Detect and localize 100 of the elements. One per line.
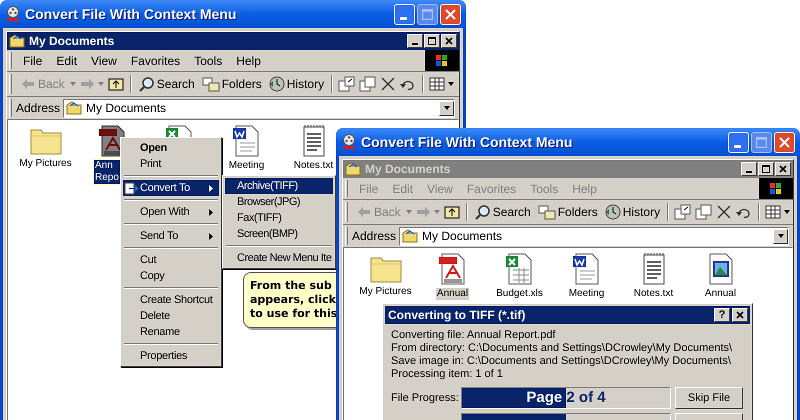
windows-flag-icon xyxy=(436,55,448,66)
menu-item[interactable]: Properties xyxy=(123,348,219,364)
dropdown-caret-icon xyxy=(70,82,76,86)
menu-item[interactable]: Copy xyxy=(123,268,219,284)
close-icon xyxy=(779,136,790,148)
film-reel-icon xyxy=(342,134,356,150)
folders-button[interactable]: Folders xyxy=(536,203,600,221)
up-folder-icon xyxy=(106,76,125,92)
file-name: Notes.txt xyxy=(632,288,674,300)
menu-item[interactable]: Print xyxy=(123,156,219,172)
film-reel-icon xyxy=(6,6,20,22)
up-folder-icon xyxy=(442,204,461,220)
close-icon xyxy=(736,311,744,319)
menu-item[interactable]: Open With xyxy=(123,204,219,220)
menu-item[interactable]: Create New Menu Ite xyxy=(225,250,333,266)
history-button[interactable]: History xyxy=(266,75,326,93)
menu-item[interactable]: Archive(TIFF) xyxy=(225,178,333,194)
folders-icon xyxy=(202,76,220,92)
minimize-button[interactable] xyxy=(741,162,757,176)
delete-icon xyxy=(716,204,732,220)
close-icon xyxy=(779,165,787,173)
search-icon xyxy=(138,76,155,92)
menu-item[interactable]: Open xyxy=(123,140,219,156)
dropdown-caret-icon xyxy=(444,106,450,110)
move-to-icon xyxy=(674,204,692,220)
delete-icon xyxy=(380,76,396,92)
address-field[interactable]: My Documents xyxy=(63,98,455,118)
dropdown-caret-icon xyxy=(406,210,412,214)
menu-item[interactable]: Create Shortcut xyxy=(123,292,219,308)
address-label: Address xyxy=(352,228,396,245)
clock-icon xyxy=(604,204,621,220)
copy-to-icon xyxy=(359,76,378,92)
maximize-icon xyxy=(756,136,767,148)
dropdown-caret-icon xyxy=(778,234,784,238)
forward-arrow-icon xyxy=(78,76,95,92)
progress-label: File Progress: xyxy=(391,390,460,406)
close-button[interactable] xyxy=(775,162,791,176)
dropdown-caret-icon xyxy=(434,210,440,214)
clock-icon xyxy=(268,76,285,92)
menu-item[interactable]: Tools xyxy=(187,52,230,70)
menu-item[interactable]: Send To xyxy=(123,228,219,244)
file-name: Meeting xyxy=(228,160,266,172)
window-title: Convert File With Context Menu xyxy=(25,4,236,24)
menu-item[interactable]: Favorites xyxy=(124,52,188,70)
address-field[interactable]: My Documents xyxy=(399,226,789,246)
minimize-icon xyxy=(734,144,741,148)
file-name: Ann Repo xyxy=(94,160,120,184)
dropdown-caret-icon xyxy=(784,210,790,214)
dropdown-button[interactable] xyxy=(773,228,788,244)
status-text: Save image in: C:\Documents and Settings\DCrowley\My Documents\ xyxy=(391,355,732,368)
folders-icon xyxy=(538,204,556,220)
menu-item[interactable]: Edit xyxy=(49,52,84,70)
submenu-arrow-icon xyxy=(209,208,213,216)
window-title: Convert File With Context Menu xyxy=(361,132,572,152)
folder-icon xyxy=(345,162,361,176)
help-button[interactable]: ? xyxy=(714,308,730,322)
copy-to-icon xyxy=(695,204,714,220)
history-button[interactable]: History xyxy=(602,203,662,221)
maximize-icon xyxy=(762,165,770,173)
menu-item[interactable]: Rename xyxy=(123,324,219,340)
forward-arrow-icon xyxy=(414,204,431,220)
dropdown-button[interactable] xyxy=(439,100,454,116)
submenu-arrow-icon xyxy=(209,232,213,240)
close-icon xyxy=(445,8,456,20)
close-button[interactable] xyxy=(732,308,748,322)
menu-item[interactable]: File xyxy=(16,52,50,70)
file-name: Meeting xyxy=(568,288,606,300)
search-button[interactable]: Search xyxy=(136,75,197,93)
file-name: Budget.xls xyxy=(495,288,544,300)
menu-item[interactable]: Fax(TIFF) xyxy=(225,210,333,226)
submenu-arrow-icon xyxy=(209,184,213,192)
folder-icon xyxy=(66,101,82,115)
menu-item[interactable]: Browser(JPG) xyxy=(225,194,333,210)
menu-item[interactable]: Cut xyxy=(123,252,219,268)
windows-flag-icon xyxy=(770,183,782,194)
search-icon xyxy=(474,204,491,220)
menu-item[interactable]: Delete xyxy=(123,308,219,324)
close-button[interactable] xyxy=(441,34,457,48)
search-button[interactable]: Search xyxy=(472,203,533,221)
menu-item[interactable]: Screen(BMP) xyxy=(225,226,333,242)
minimize-button[interactable] xyxy=(407,34,423,48)
dropdown-caret-icon xyxy=(98,82,104,86)
views-icon xyxy=(765,204,782,220)
file-name: My Pictures xyxy=(358,286,413,298)
address-label: Address xyxy=(16,100,60,117)
close-icon xyxy=(445,37,453,45)
hint-text: appears, click xyxy=(250,293,337,307)
folder-icon xyxy=(402,229,418,243)
menu-item[interactable]: Convert To xyxy=(123,180,219,196)
dropdown-caret-icon xyxy=(448,82,454,86)
maximize-icon xyxy=(422,8,433,20)
views-icon xyxy=(429,76,446,92)
hint-text: From the sub xyxy=(250,279,333,293)
folders-button[interactable]: Folders xyxy=(200,75,264,93)
skip-file-button[interactable]: Skip File xyxy=(675,387,743,409)
maximize-icon xyxy=(428,37,436,45)
menu-item[interactable]: View xyxy=(84,52,124,70)
menu-item[interactable]: Help xyxy=(229,52,268,70)
dialog-title: Converting to TIFF (*.tif) xyxy=(388,307,526,324)
file-name: Annual xyxy=(436,288,470,300)
